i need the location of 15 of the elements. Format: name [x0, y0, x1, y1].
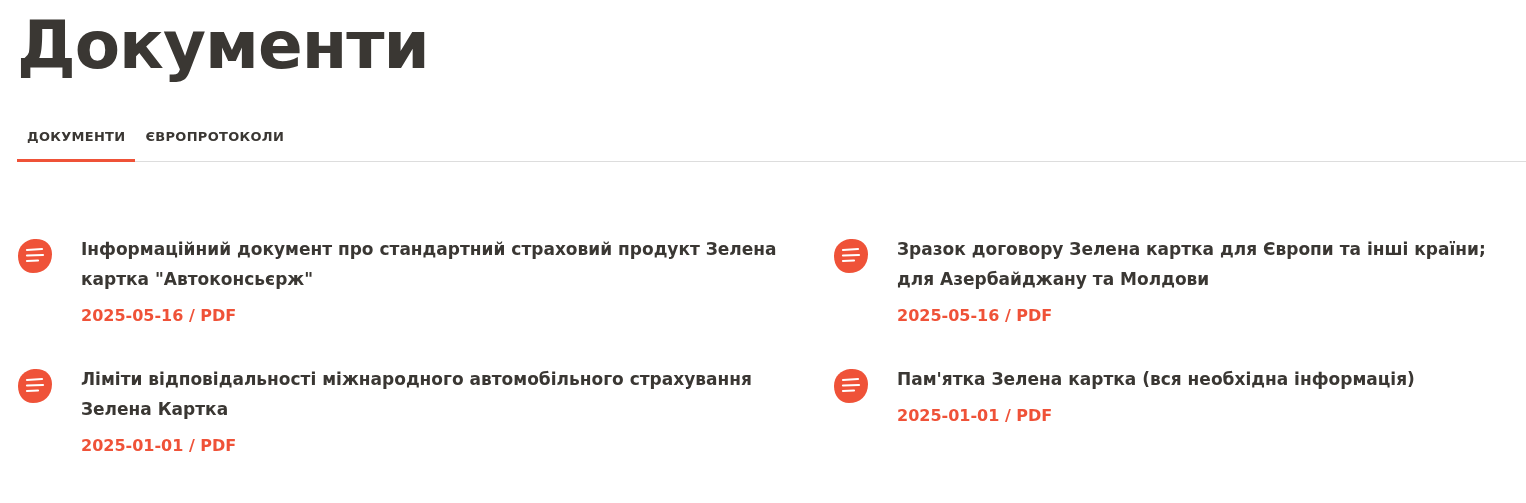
document-icon — [833, 237, 869, 274]
document-link[interactable]: Ліміти відповідальності міжнародного автомобільного страхування Зелена Картка — [81, 363, 781, 424]
document-date-format: 2025-01-01 / PDF — [81, 434, 238, 457]
document-link[interactable]: Зразок договору Зелена картка для Європи та інші країни; для Азербайджану та Молдови — [897, 233, 1526, 294]
document-link[interactable]: Інформаційний документ про стандартний страховий продукт Зелена картка "Автоконсьєрж" — [81, 233, 781, 294]
document-link[interactable]: Пам'ятка Зелена картка (вся необхідна інформація) — [897, 363, 1415, 394]
document-icon — [17, 367, 53, 404]
document-icon — [17, 237, 53, 274]
tab[interactable]: ДОКУМЕНТИ — [17, 121, 136, 162]
document-icon — [833, 367, 869, 404]
page-title: Документи — [17, 6, 430, 86]
document-date-format: 2025-05-16 / PDF — [81, 304, 238, 327]
tab[interactable]: ЄВРОПРОТОКОЛИ — [135, 121, 295, 162]
document-date-format: 2025-05-16 / PDF — [897, 304, 1054, 327]
document-date-format: 2025-01-01 / PDF — [897, 404, 1054, 427]
